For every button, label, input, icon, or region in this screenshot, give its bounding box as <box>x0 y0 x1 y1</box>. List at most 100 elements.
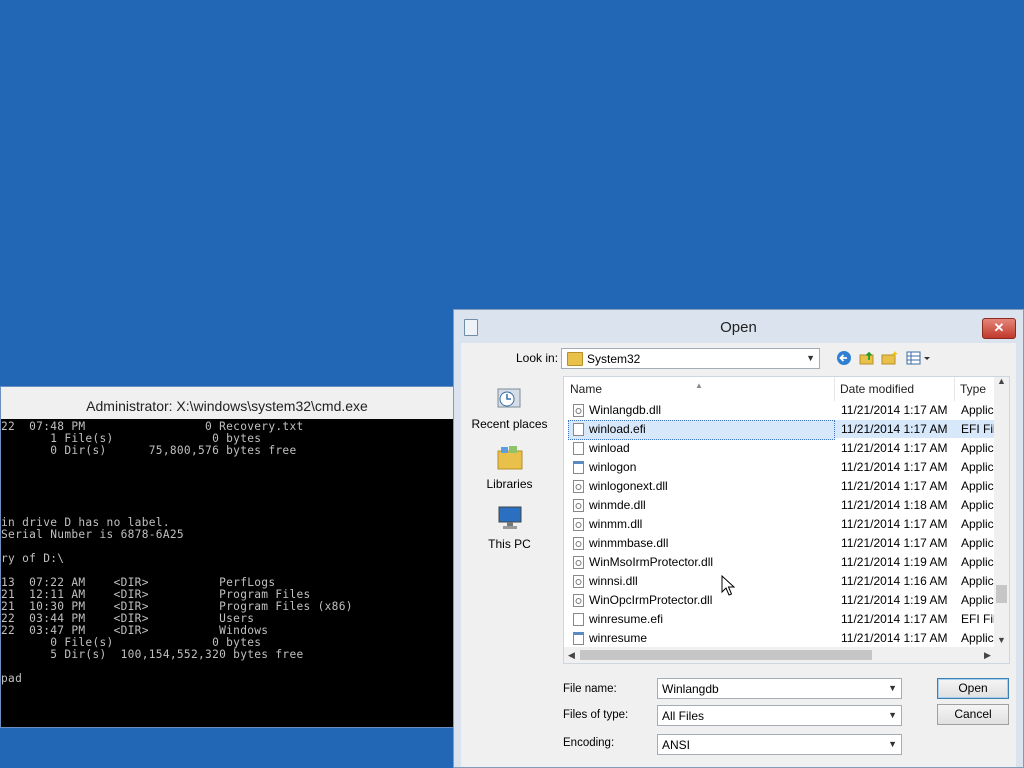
vertical-scrollbar[interactable]: ▲ ▼ <box>994 377 1009 647</box>
column-header-name-label: Name <box>570 382 603 396</box>
file-list[interactable]: Name ▲ Date modified Type Winlangdb.dll 1… <box>563 376 1010 664</box>
dll-file-icon <box>573 537 584 550</box>
file-name: winmmbase.dll <box>589 536 669 550</box>
file-date: 11/21/2014 1:19 AM <box>841 593 948 607</box>
dll-file-icon <box>573 556 584 569</box>
cmd-titlebar[interactable]: Administrator: X:\windows\system32\cmd.e… <box>1 387 453 419</box>
file-row[interactable]: winresume.efi 11/21/2014 1:17 AM EFI File <box>564 610 1002 629</box>
dll-file-icon <box>573 480 584 493</box>
mouse-pointer-icon <box>721 575 735 596</box>
recent-places-icon <box>495 383 525 413</box>
open-dialog: Open ✕ Look in: System32 ▼ Recent places <box>453 309 1024 768</box>
file-row[interactable]: WinOpcIrmProtector.dll 11/21/2014 1:19 AM… <box>564 591 996 610</box>
look-in-label: Look in: <box>516 351 559 365</box>
file-icon <box>573 613 584 626</box>
file-row[interactable]: winnsi.dll 11/21/2014 1:16 AM Applic <box>564 572 996 591</box>
file-type: Applic <box>961 403 994 417</box>
chevron-down-icon: ▼ <box>888 710 897 720</box>
dialog-title: Open <box>720 319 757 336</box>
column-header-date[interactable]: Date modified <box>834 377 954 401</box>
file-row[interactable]: winlogon 11/21/2014 1:17 AM Applic <box>564 458 996 477</box>
cmd-output-line: pad <box>1 672 23 685</box>
places-recent-places[interactable]: Recent places <box>461 383 558 431</box>
file-row[interactable]: winlogonext.dll 11/21/2014 1:17 AM Applic <box>564 477 996 496</box>
view-menu-icon <box>906 351 930 365</box>
file-type: Applic <box>961 479 994 493</box>
scroll-right-icon[interactable]: ▶ <box>984 650 991 661</box>
cancel-button[interactable]: Cancel <box>937 704 1009 725</box>
places-recent-places-label: Recent places <box>471 417 548 431</box>
back-button[interactable] <box>835 350 853 367</box>
file-type: Applic <box>961 574 994 588</box>
files-of-type-label: Files of type: <box>563 709 629 721</box>
file-row[interactable]: WinMsoIrmProtector.dll 11/21/2014 1:19 AM… <box>564 553 996 572</box>
file-date: 11/21/2014 1:16 AM <box>841 574 948 588</box>
cmd-output-line: 0 Dir(s) 75,800,576 bytes free <box>1 444 297 457</box>
libraries-icon <box>495 443 525 473</box>
horizontal-scrollbar[interactable]: ◀ ▶ <box>564 647 1009 663</box>
file-date: 11/21/2014 1:17 AM <box>841 403 948 417</box>
file-name-value: Winlangdb <box>662 682 719 696</box>
file-name: winmde.dll <box>589 498 646 512</box>
look-in-value: System32 <box>587 352 641 366</box>
look-in-dropdown[interactable]: System32 ▼ <box>561 348 820 369</box>
file-row[interactable]: Winlangdb.dll 11/21/2014 1:17 AM Applic <box>564 401 996 420</box>
file-date: 11/21/2014 1:17 AM <box>841 536 948 550</box>
file-type: Applic <box>961 593 994 607</box>
dll-file-icon <box>573 575 584 588</box>
file-name-combo[interactable]: Winlangdb ▼ <box>657 678 902 699</box>
column-header-type[interactable]: Type <box>954 377 999 401</box>
file-name: Winlangdb.dll <box>589 403 662 417</box>
new-folder-button[interactable] <box>881 350 899 367</box>
places-libraries[interactable]: Libraries <box>461 443 558 491</box>
file-row[interactable]: winload 11/21/2014 1:17 AM Applic <box>564 439 996 458</box>
file-type: Applic <box>961 536 994 550</box>
cmd-output-line: Serial Number is 6878-6A25 <box>1 528 184 541</box>
file-type: Applic <box>961 460 994 474</box>
chevron-down-icon: ▼ <box>888 739 897 749</box>
file-date: 11/21/2014 1:17 AM <box>841 631 948 645</box>
scroll-down-icon[interactable]: ▼ <box>997 635 1006 645</box>
up-folder-icon <box>859 351 874 365</box>
encoding-dropdown[interactable]: ANSI ▼ <box>657 734 902 755</box>
file-name: winnsi.dll <box>589 574 638 588</box>
column-header-date-label: Date modified <box>840 382 915 396</box>
file-row[interactable]: winload.efi 11/21/2014 1:17 AM EFI File <box>564 420 1002 440</box>
files-of-type-dropdown[interactable]: All Files ▼ <box>657 705 902 726</box>
file-name: winresume.efi <box>589 612 664 626</box>
close-button[interactable]: ✕ <box>982 318 1016 339</box>
chevron-down-icon[interactable]: ▼ <box>888 683 897 693</box>
column-header-name[interactable]: Name ▲ <box>564 377 834 401</box>
file-row[interactable]: winmmbase.dll 11/21/2014 1:17 AM Applic <box>564 534 996 553</box>
file-name: winmm.dll <box>589 517 643 531</box>
file-type: Applic <box>961 441 994 455</box>
file-row[interactable]: winmm.dll 11/21/2014 1:17 AM Applic <box>564 515 996 534</box>
cmd-console-output[interactable]: 22 07:48 PM 0 Recovery.txt 1 File(s) 0 b… <box>1 419 453 727</box>
file-icon <box>573 442 584 455</box>
dll-file-icon <box>573 404 584 417</box>
dll-file-icon <box>573 499 584 512</box>
scroll-left-icon[interactable]: ◀ <box>568 650 575 661</box>
view-menu-button[interactable] <box>906 350 932 367</box>
sort-ascending-icon: ▲ <box>695 381 703 390</box>
dialog-titlebar[interactable]: Open ✕ <box>454 310 1023 344</box>
encoding-value: ANSI <box>662 738 691 752</box>
horizontal-scrollbar-thumb[interactable] <box>580 650 872 660</box>
cmd-output-line: 5 Dir(s) 100,154,552,320 bytes free <box>1 648 304 661</box>
file-row[interactable]: winresume 11/21/2014 1:17 AM Applic <box>564 629 996 648</box>
places-this-pc[interactable]: This PC <box>461 503 558 551</box>
vertical-scrollbar-thumb[interactable] <box>996 585 1007 603</box>
file-row[interactable]: winmde.dll 11/21/2014 1:18 AM Applic <box>564 496 996 515</box>
places-libraries-label: Libraries <box>486 477 533 491</box>
encoding-label: Encoding: <box>563 737 615 749</box>
file-date: 11/21/2014 1:17 AM <box>841 441 948 455</box>
up-one-level-button[interactable] <box>858 350 876 367</box>
folder-icon <box>567 352 583 366</box>
file-icon <box>573 423 584 436</box>
scroll-up-icon[interactable]: ▲ <box>997 377 1006 386</box>
file-name: WinOpcIrmProtector.dll <box>589 593 713 607</box>
cmd-window[interactable]: Administrator: X:\windows\system32\cmd.e… <box>0 386 454 728</box>
open-button[interactable]: Open <box>937 678 1009 699</box>
file-name-label: File name: <box>563 683 617 695</box>
file-name: winresume <box>589 631 648 645</box>
